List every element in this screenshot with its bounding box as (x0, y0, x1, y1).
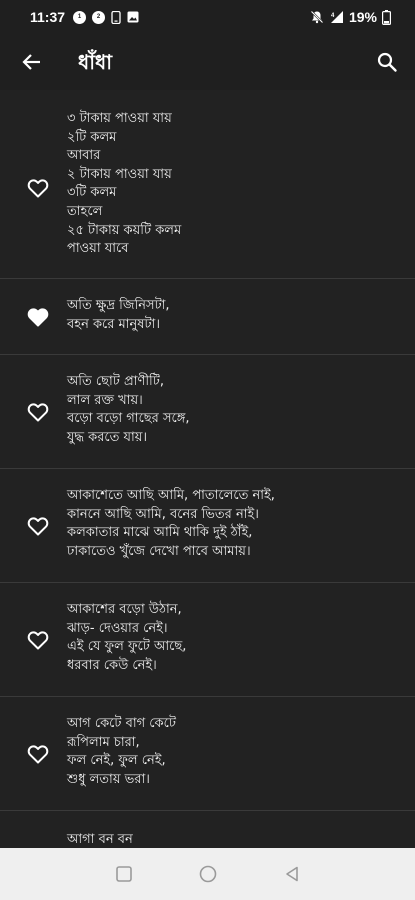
home-circle-icon (199, 865, 217, 883)
search-icon (377, 52, 397, 72)
heart-outline-icon[interactable] (26, 400, 50, 424)
svg-text:4: 4 (331, 13, 335, 19)
phone-icon (111, 10, 121, 24)
heart-outline-icon[interactable] (26, 742, 50, 766)
riddle-text: ৩ টাকায় পাওয়া যায় ২টি কলম আবার ২ টাকা… (67, 111, 182, 257)
riddle-text: আগা বন বন (67, 832, 133, 847)
heart-outline-icon[interactable] (26, 514, 50, 538)
heart-outline-icon[interactable] (26, 176, 50, 200)
sim-1-badge: 1 (73, 10, 87, 24)
home-button[interactable] (196, 862, 220, 886)
riddle-item[interactable]: ৩ টাকায় পাওয়া যায় ২টি কলম আবার ২ টাকা… (0, 90, 415, 279)
arrow-back-icon (22, 54, 40, 70)
riddle-item[interactable]: আকাশের বড়ো উঠান, ঝাড়- দেওয়ার নেই। এই … (0, 583, 415, 697)
status-time: 11:37 (30, 9, 66, 25)
status-left: 11:37 1 2 (0, 9, 139, 25)
riddle-text: আকাশের বড়ো উঠান, ঝাড়- দেওয়ার নেই। এই … (67, 602, 187, 673)
back-triangle-icon (286, 866, 298, 882)
image-icon (127, 11, 139, 23)
sim-1-icon: 1 (73, 10, 87, 24)
status-right: 4 19% (310, 9, 391, 25)
sim-2-badge: 2 (92, 10, 106, 24)
riddle-item[interactable]: অতি ক্ষুদ্র জিনিসটা, বহন করে মানুষটা। (0, 279, 415, 355)
battery-percent: 19% (348, 9, 377, 25)
battery-icon (382, 9, 391, 25)
page-title: ধাঁধা (78, 50, 113, 74)
riddle-item[interactable]: অতি ছোট প্রাণীটি, লাল রক্ত খায়। বড়ো বড… (0, 355, 415, 469)
back-button[interactable] (18, 48, 46, 76)
riddle-item[interactable]: আগা বন বন (0, 811, 415, 848)
sim-2-icon: 2 (92, 10, 106, 24)
nav-back-button[interactable] (280, 862, 304, 886)
app-bar: ধাঁধা (0, 34, 415, 90)
system-nav-bar (0, 848, 415, 900)
heart-filled-icon[interactable] (26, 305, 50, 329)
riddle-list[interactable]: ৩ টাকায় পাওয়া যায় ২টি কলম আবার ২ টাকা… (0, 90, 415, 848)
heart-outline-icon[interactable] (26, 628, 50, 652)
riddle-text: আকাশেতে আছি আমি, পাতালেতে নাই, কাননে আছি… (67, 488, 275, 559)
mute-icon (310, 10, 324, 24)
signal-icon: 4 (329, 10, 344, 24)
riddle-item[interactable]: আকাশেতে আছি আমি, পাতালেতে নাই, কাননে আছি… (0, 469, 415, 583)
riddle-text: অতি ক্ষুদ্র জিনিসটা, বহন করে মানুষটা। (67, 298, 170, 332)
recents-square-icon (116, 866, 132, 882)
status-bar: 11:37 1 2 4 19% (0, 0, 415, 34)
riddle-text: অতি ছোট প্রাণীটি, লাল রক্ত খায়। বড়ো বড… (67, 374, 190, 445)
riddle-text: আগ কেটে বাগ কেটে রূপিলাম চারা, ফল নেই, ফ… (67, 716, 176, 787)
riddle-item[interactable]: আগ কেটে বাগ কেটে রূপিলাম চারা, ফল নেই, ফ… (0, 697, 415, 811)
search-button[interactable] (373, 48, 401, 76)
recents-button[interactable] (112, 862, 136, 886)
